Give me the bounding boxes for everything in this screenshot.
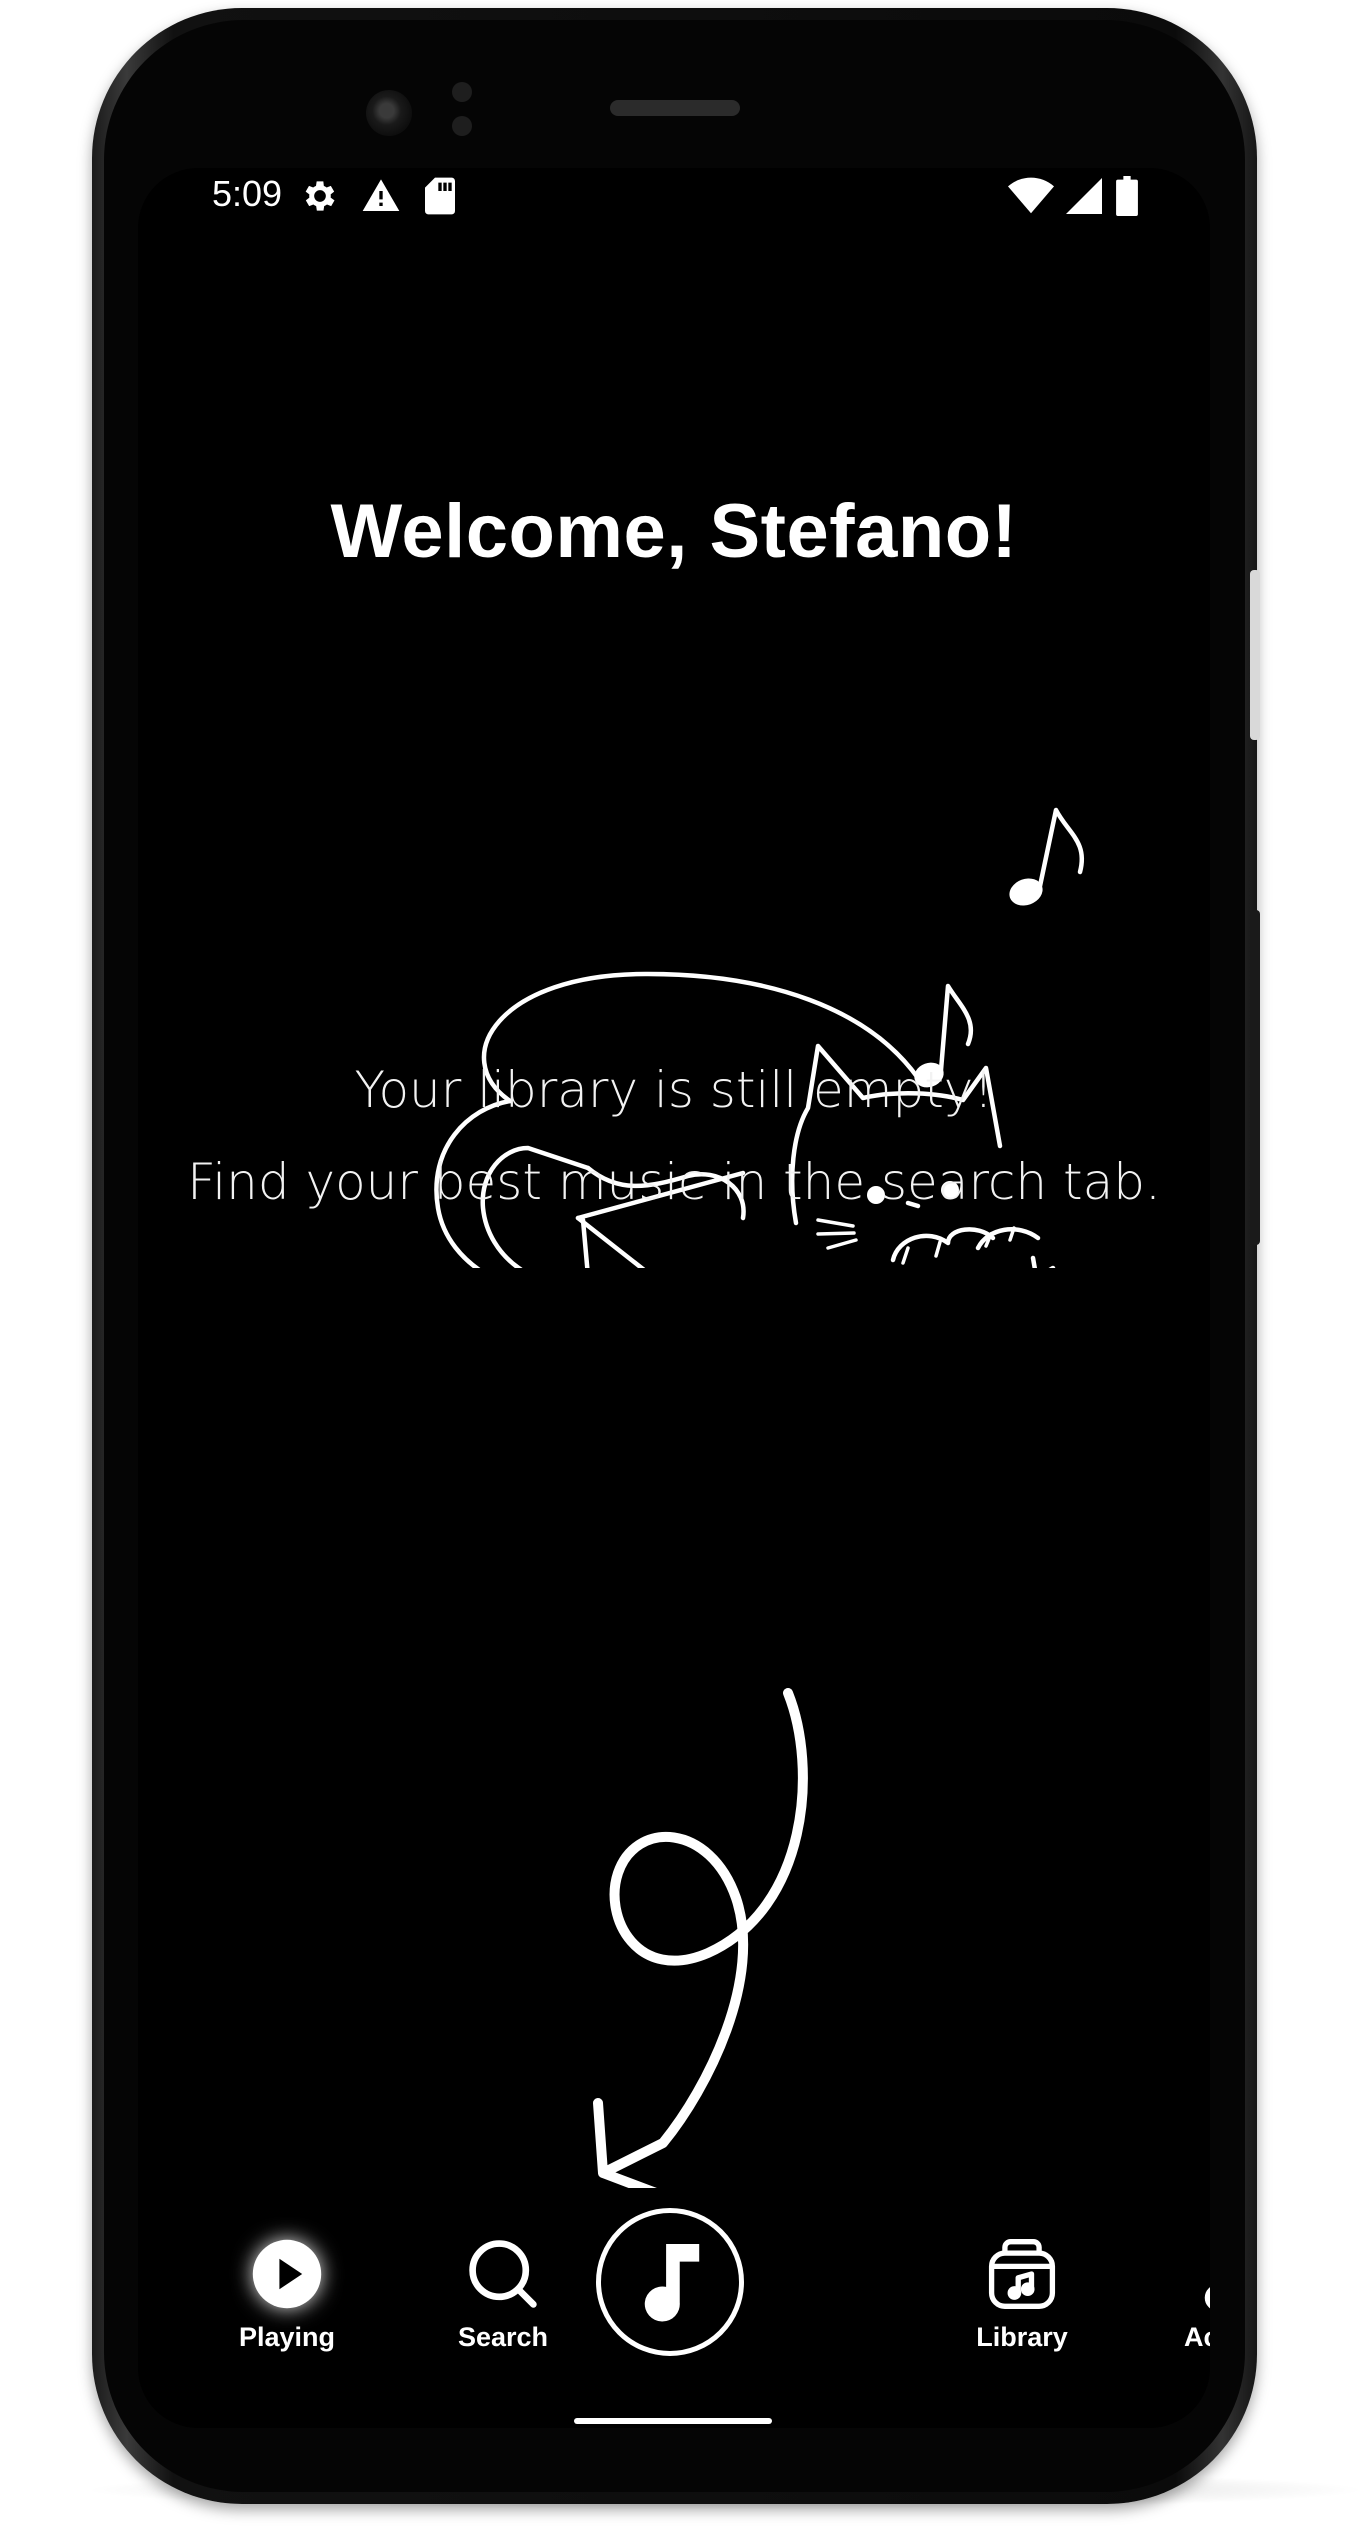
sd-card-icon	[424, 176, 456, 220]
nav-label-playing: Playing	[238, 2322, 336, 2352]
play-circle-icon	[197, 2236, 377, 2316]
nav-library[interactable]: Library	[932, 2188, 1112, 2353]
welcome-heading: Welcome, Stefano!	[330, 489, 1018, 574]
nav-playing[interactable]: Playing	[197, 2188, 377, 2353]
nav-label-search: Search	[457, 2322, 549, 2352]
bottom-navigation: Playing Search Library Account	[138, 2188, 1210, 2428]
search-hint-message: Find your best music in the search tab.	[187, 1153, 1161, 1211]
music-note-icon	[633, 2237, 707, 2333]
search-icon	[413, 2236, 593, 2316]
empty-library-message: Your library is still empty!	[354, 1061, 994, 1119]
warning-icon	[360, 176, 402, 220]
battery-icon	[1116, 176, 1138, 220]
app-screen: 5:09 Welcome, Stefano! Your library is s…	[138, 168, 1210, 2428]
power-button	[1250, 570, 1260, 740]
status-time: 5:09	[212, 173, 283, 214]
nav-label-account: Account	[1184, 2322, 1210, 2352]
home-indicator[interactable]	[574, 2418, 772, 2424]
curly-arrow-illustration	[488, 1688, 888, 2198]
wifi-icon	[1008, 176, 1054, 220]
front-camera	[366, 90, 412, 136]
status-bar: 5:09	[138, 168, 1210, 238]
nav-label-library: Library	[976, 2322, 1068, 2352]
music-note-large	[1009, 807, 1084, 906]
light-sensor	[452, 116, 472, 136]
earpiece-speaker	[610, 100, 740, 116]
nav-search[interactable]: Search	[413, 2188, 593, 2353]
nav-account[interactable]: Account	[1148, 2188, 1210, 2353]
gear-icon	[300, 176, 340, 220]
proximity-sensor	[452, 82, 472, 102]
library-bag-icon	[932, 2236, 1112, 2316]
nav-music-button[interactable]	[596, 2208, 744, 2356]
volume-rocker	[1250, 910, 1260, 1245]
signal-icon	[1066, 176, 1102, 220]
account-icon	[1148, 2236, 1210, 2316]
